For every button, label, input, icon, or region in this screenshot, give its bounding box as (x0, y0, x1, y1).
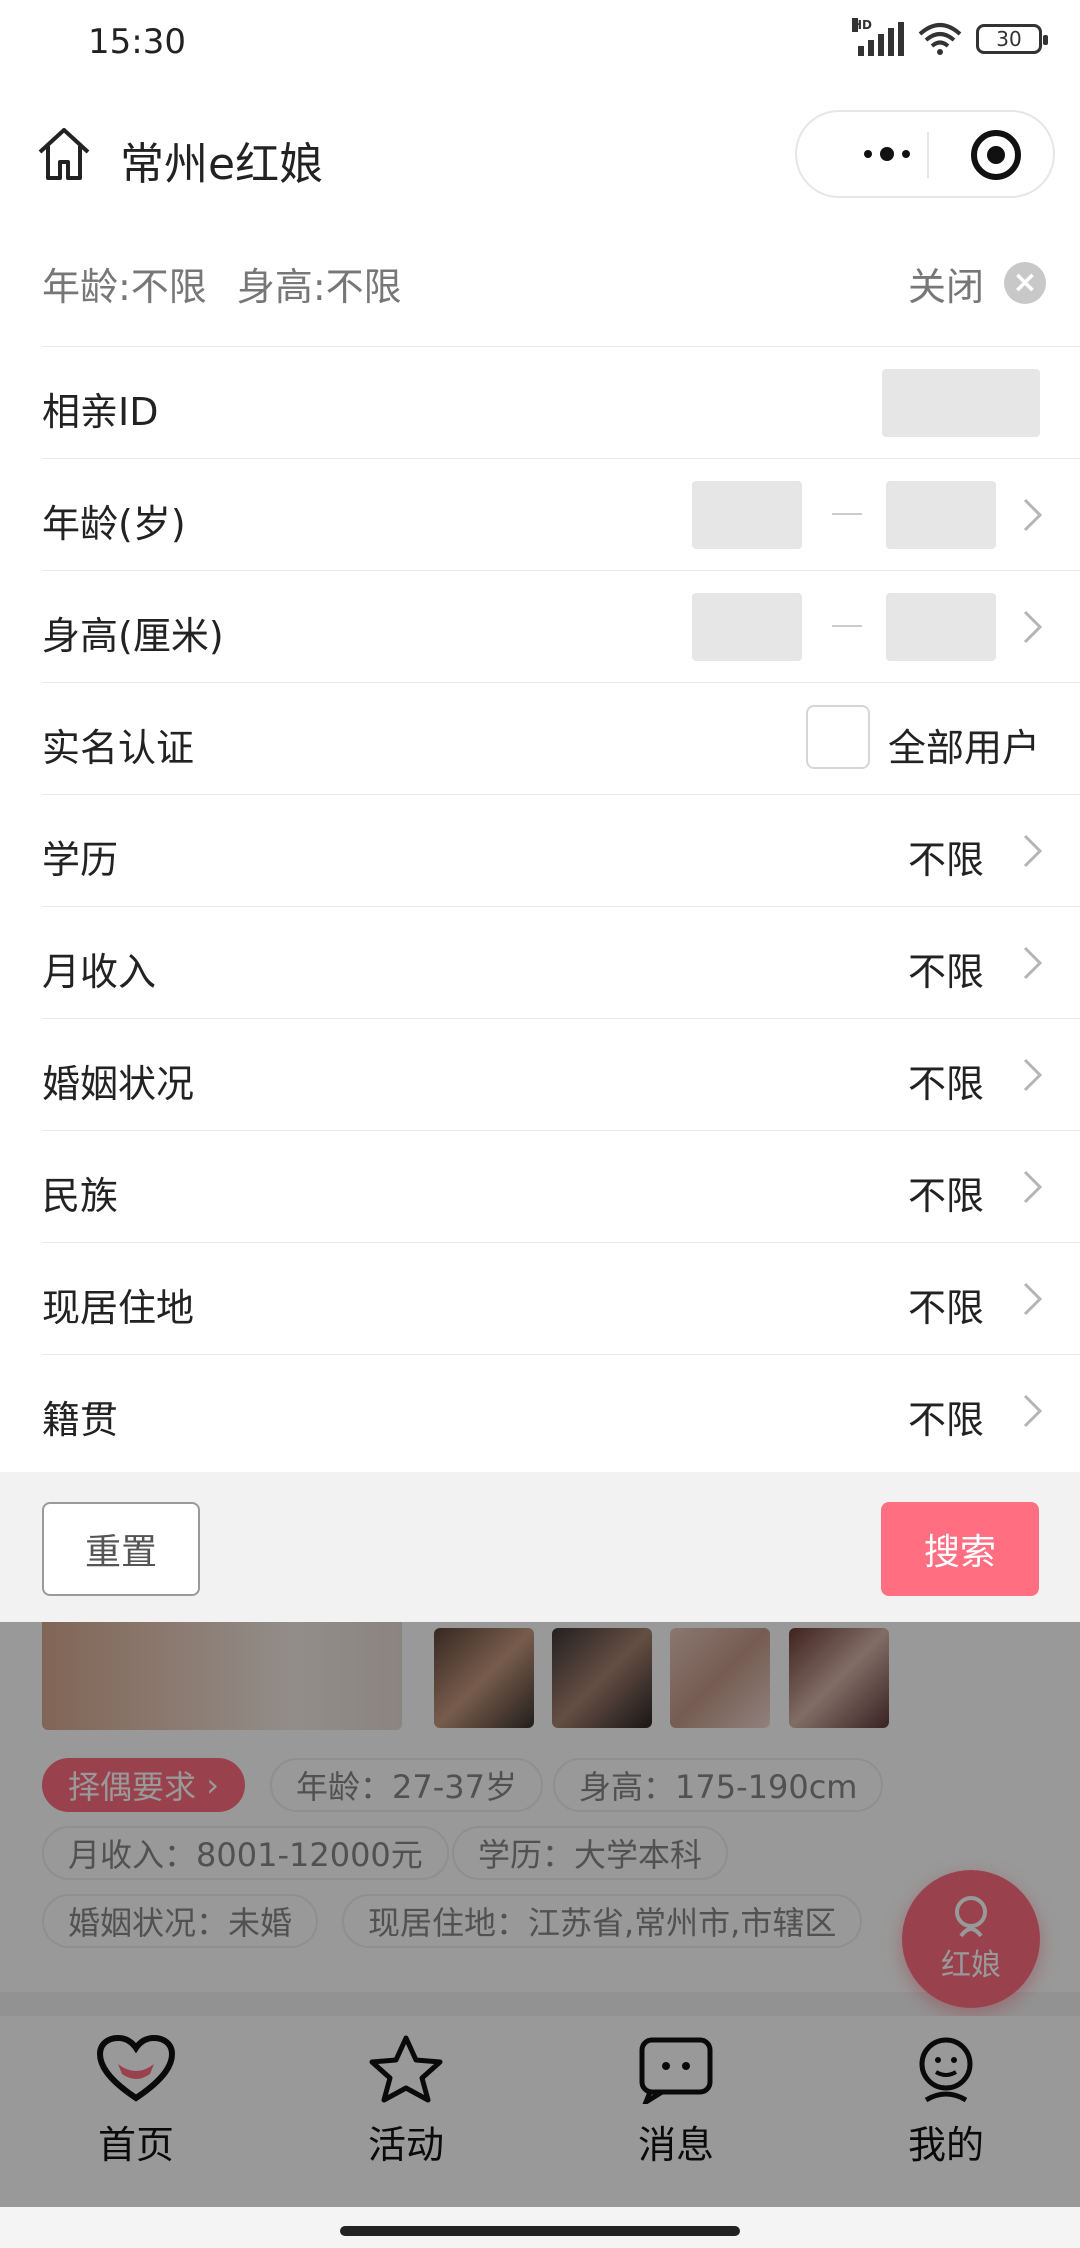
range-dash (832, 513, 862, 515)
filter-row-income[interactable]: 月收入 不限 (42, 906, 1080, 1018)
hd-label: HD (852, 18, 873, 32)
capsule-divider (927, 132, 929, 178)
filter-value: 不限 (907, 1398, 984, 1442)
filter-label: 月收入 (42, 950, 157, 994)
filter-actions: 重置 搜索 (0, 1472, 1080, 1622)
summary-height: 身高:不限 (236, 265, 402, 309)
close-miniprogram-icon[interactable] (971, 130, 1021, 180)
filter-label: 实名认证 (42, 726, 195, 770)
home-icon[interactable] (34, 124, 94, 184)
filter-label: 籍贯 (42, 1398, 119, 1442)
filter-row-ethnicity[interactable]: 民族 不限 (42, 1130, 1080, 1242)
filter-row-education[interactable]: 学历 不限 (42, 794, 1080, 906)
filter-row-height[interactable]: 身高(厘米) (42, 570, 1080, 682)
battery-icon: 30 (976, 24, 1048, 54)
summary-age: 年龄:不限 (42, 265, 207, 309)
filter-row-age[interactable]: 年龄(岁) (42, 458, 1080, 570)
age-max-input[interactable] (886, 481, 996, 549)
filter-value: 不限 (907, 1062, 984, 1106)
filter-label: 民族 (42, 1174, 119, 1218)
filter-row-marital[interactable]: 婚姻状况 不限 (42, 1018, 1080, 1130)
filter-panel: 年龄:不限 身高:不限 关闭 × 相亲ID 年龄(岁) 身高(厘米) 实名认证 全… (0, 220, 1080, 1622)
filter-label: 年龄(岁) (42, 502, 186, 546)
chevron-right-icon (1023, 1170, 1043, 1204)
page-title: 常州e红娘 (120, 139, 324, 190)
all-users-label: 全部用户 (888, 726, 1041, 770)
wifi-icon (918, 23, 962, 55)
filter-label: 身高(厘米) (42, 614, 224, 658)
filter-value: 不限 (907, 1174, 984, 1218)
filter-label: 相亲ID (42, 390, 159, 434)
search-button[interactable]: 搜索 (881, 1502, 1039, 1596)
age-min-input[interactable] (692, 481, 802, 549)
signal-icon: HD (852, 18, 904, 56)
chevron-right-icon (1023, 610, 1043, 644)
chevron-right-icon (1023, 1282, 1043, 1316)
filter-row-id: 相亲ID (42, 346, 1080, 458)
height-max-input[interactable] (886, 593, 996, 661)
chevron-right-icon (1023, 1058, 1043, 1092)
modal-overlay[interactable] (0, 1622, 1080, 2207)
filter-summary: 年龄:不限 身高:不限 关闭 × (0, 220, 1080, 346)
filter-value: 不限 (907, 1286, 984, 1330)
status-bar: 15:30 HD 30 (0, 0, 1080, 90)
chevron-right-icon (1023, 946, 1043, 980)
reset-button[interactable]: 重置 (42, 1502, 200, 1596)
home-indicator[interactable] (340, 2226, 740, 2236)
height-min-input[interactable] (692, 593, 802, 661)
filter-label: 婚姻状况 (42, 1062, 195, 1106)
title-bar: 常州e红娘 (0, 90, 1080, 220)
filter-summary-text: 年龄:不限 身高:不限 (42, 256, 402, 311)
filter-value: 不限 (907, 838, 984, 882)
verification-checkbox[interactable] (806, 705, 870, 769)
status-icons: HD 30 (852, 18, 1048, 56)
chevron-right-icon (1023, 498, 1043, 532)
filter-row-residence[interactable]: 现居住地 不限 (42, 1242, 1080, 1354)
filter-label: 现居住地 (42, 1286, 195, 1330)
close-icon[interactable]: × (1004, 262, 1046, 304)
mini-program-capsule (795, 110, 1055, 198)
filter-row-hometown[interactable]: 籍贯 不限 (42, 1354, 1080, 1472)
id-input[interactable] (882, 369, 1040, 437)
close-label[interactable]: 关闭 (908, 256, 984, 311)
filter-value: 不限 (907, 950, 984, 994)
battery-level: 30 (996, 27, 1022, 51)
chevron-right-icon (1023, 1394, 1043, 1428)
status-time: 15:30 (88, 22, 186, 62)
range-dash (832, 625, 862, 627)
more-icon[interactable] (837, 112, 937, 196)
filter-row-verification: 实名认证 全部用户 (42, 682, 1080, 794)
filter-label: 学历 (42, 838, 119, 882)
chevron-right-icon (1023, 834, 1043, 868)
